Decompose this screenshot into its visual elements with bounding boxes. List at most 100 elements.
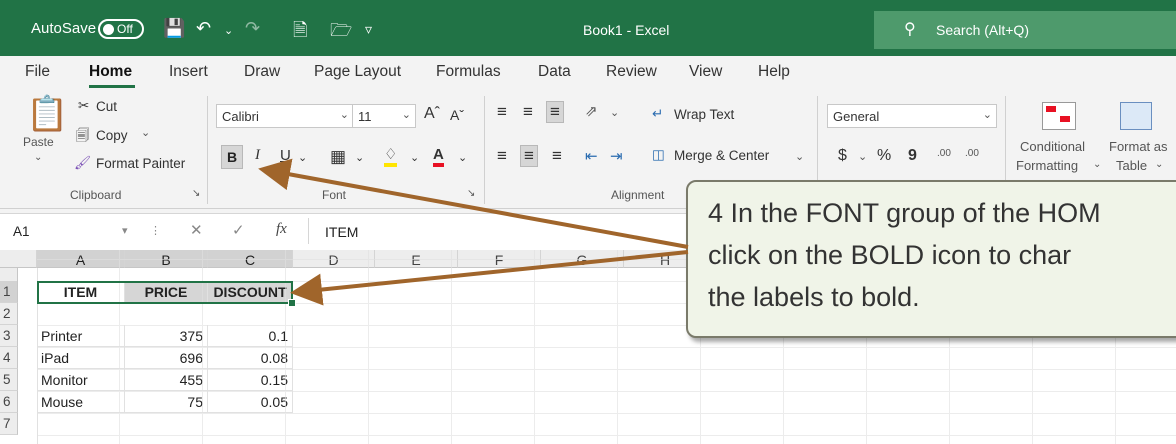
format-painter-icon[interactable]: 🖌	[74, 155, 91, 171]
tab-review[interactable]: Review	[606, 63, 657, 81]
conditional-dropdown-icon[interactable]: ⌄	[1093, 159, 1101, 170]
font-launcher-icon[interactable]: ↘	[467, 188, 475, 199]
cell-c5[interactable]: 0.15	[208, 369, 293, 391]
cut-button[interactable]: Cut	[96, 99, 117, 114]
undo-dropdown-icon[interactable]: ⌄	[224, 24, 233, 37]
cell-c4[interactable]: 0.08	[208, 347, 293, 369]
copy-dropdown-icon[interactable]: ⌄	[141, 126, 150, 139]
orientation-dropdown-icon[interactable]: ⌄	[610, 106, 619, 119]
clipboard-launcher-icon[interactable]: ↘	[192, 188, 200, 199]
conditional-formatting-label-2[interactable]: Formatting	[1016, 158, 1078, 173]
conditional-formatting-icon[interactable]	[1042, 102, 1076, 130]
redo-icon[interactable]: ↷	[245, 18, 260, 39]
number-format-combo[interactable]: General ⌄	[827, 104, 997, 128]
fill-handle[interactable]	[288, 299, 296, 307]
cell-c6[interactable]: 0.05	[208, 391, 293, 413]
insert-function-icon[interactable]: fx	[276, 221, 287, 238]
font-color-icon[interactable]: A	[433, 147, 444, 167]
borders-dropdown-icon[interactable]: ⌄	[355, 151, 364, 164]
cell-b3[interactable]: 375	[125, 325, 208, 347]
format-as-table-label-2[interactable]: Table	[1116, 158, 1147, 173]
row-header-1[interactable]: 1	[0, 281, 18, 303]
autosave-toggle[interactable]: Off	[98, 19, 144, 39]
increase-indent-icon[interactable]: ⇥	[610, 147, 623, 165]
decrease-decimal-button[interactable]: .00	[965, 148, 979, 159]
cell-a3[interactable]: Printer	[37, 325, 125, 347]
customize-qat-icon[interactable]: ▿	[365, 21, 372, 38]
decrease-font-size-icon[interactable]: Aˇ	[450, 107, 464, 123]
paste-icon[interactable]: 📋	[26, 94, 68, 134]
row-header-3[interactable]: 3	[0, 325, 18, 347]
bottom-align-icon[interactable]: ≡	[546, 101, 564, 123]
align-right-icon[interactable]: ≡	[552, 146, 562, 166]
cell-a4[interactable]: iPad	[37, 347, 125, 369]
paste-dropdown-icon[interactable]: ⌄	[34, 152, 42, 163]
column-header-d[interactable]: D	[293, 250, 375, 268]
tab-view[interactable]: View	[689, 63, 722, 81]
enter-icon[interactable]: ✓	[232, 221, 245, 239]
merge-center-button[interactable]: Merge & Center	[674, 148, 769, 163]
tab-formulas[interactable]: Formulas	[436, 63, 501, 81]
font-name-combo[interactable]: Calibri ⌄	[216, 104, 354, 128]
row-header-4[interactable]: 4	[0, 347, 18, 369]
open-folder-icon[interactable]: 🗁	[330, 18, 352, 48]
tab-help[interactable]: Help	[758, 63, 790, 81]
increase-font-size-icon[interactable]: Aˆ	[424, 105, 440, 123]
align-left-icon[interactable]: ≡	[497, 146, 507, 166]
tab-home[interactable]: Home	[89, 63, 132, 81]
merge-dropdown-icon[interactable]: ⌄	[795, 150, 804, 163]
column-header-c[interactable]: C	[208, 250, 293, 268]
format-as-table-label[interactable]: Format as	[1109, 139, 1168, 154]
comma-button[interactable]: 9	[908, 147, 917, 165]
select-all-button[interactable]	[0, 250, 37, 268]
font-color-dropdown-icon[interactable]: ⌄	[458, 151, 467, 164]
increase-decimal-button[interactable]: .00	[937, 148, 951, 159]
cell-b6[interactable]: 75	[125, 391, 208, 413]
wrap-text-icon[interactable]: ↵	[652, 106, 663, 122]
paste-label[interactable]: Paste	[23, 135, 54, 149]
fill-color-dropdown-icon[interactable]: ⌄	[410, 151, 419, 164]
tab-data[interactable]: Data	[538, 63, 571, 81]
bold-button[interactable]: B	[221, 145, 243, 169]
cell-c3[interactable]: 0.1	[208, 325, 293, 347]
conditional-formatting-label[interactable]: Conditional	[1020, 139, 1085, 154]
cell-a5[interactable]: Monitor	[37, 369, 125, 391]
decrease-indent-icon[interactable]: ⇤	[585, 147, 598, 165]
format-table-dropdown-icon[interactable]: ⌄	[1155, 159, 1163, 170]
font-size-combo[interactable]: 11 ⌄	[352, 104, 416, 128]
fill-color-icon[interactable]: ♢	[384, 147, 398, 167]
percent-button[interactable]: %	[877, 147, 891, 165]
tab-draw[interactable]: Draw	[244, 63, 280, 81]
borders-icon[interactable]: ▦	[330, 147, 346, 167]
tab-file[interactable]: File	[25, 63, 50, 81]
cut-icon[interactable]: ✂	[78, 98, 89, 114]
format-painter-button[interactable]: Format Painter	[96, 156, 185, 171]
orientation-icon[interactable]: ⇗	[585, 102, 598, 120]
cell-b4[interactable]: 696	[125, 347, 208, 369]
cancel-icon[interactable]: ✕	[190, 221, 203, 239]
name-box[interactable]: A1	[13, 224, 30, 239]
underline-dropdown-icon[interactable]: ⌄	[298, 151, 307, 164]
align-center-icon[interactable]: ≡	[520, 145, 538, 167]
copy-button[interactable]: Copy	[96, 128, 128, 143]
new-file-icon[interactable]: 🗎	[293, 18, 307, 48]
currency-button[interactable]: $	[838, 147, 847, 165]
column-header-a[interactable]: A	[37, 250, 125, 268]
top-align-icon[interactable]: ≡	[497, 102, 507, 122]
row-header-7[interactable]: 7	[0, 413, 18, 435]
tab-insert[interactable]: Insert	[169, 63, 208, 81]
cell-a6[interactable]: Mouse	[37, 391, 125, 413]
column-header-g[interactable]: G	[541, 250, 624, 268]
currency-dropdown-icon[interactable]: ⌄	[858, 150, 867, 163]
tab-page-layout[interactable]: Page Layout	[314, 63, 401, 81]
column-header-b[interactable]: B	[125, 250, 208, 268]
undo-icon[interactable]: ↶	[196, 18, 211, 39]
name-box-dropdown-icon[interactable]: ▾	[122, 224, 128, 237]
cell-b5[interactable]: 455	[125, 369, 208, 391]
formula-input[interactable]: ITEM	[325, 224, 358, 240]
middle-align-icon[interactable]: ≡	[523, 102, 533, 122]
underline-button[interactable]: U	[280, 147, 291, 164]
row-header-6[interactable]: 6	[0, 391, 18, 413]
copy-icon[interactable]: 🗐	[76, 126, 90, 149]
format-as-table-icon[interactable]	[1120, 102, 1152, 130]
